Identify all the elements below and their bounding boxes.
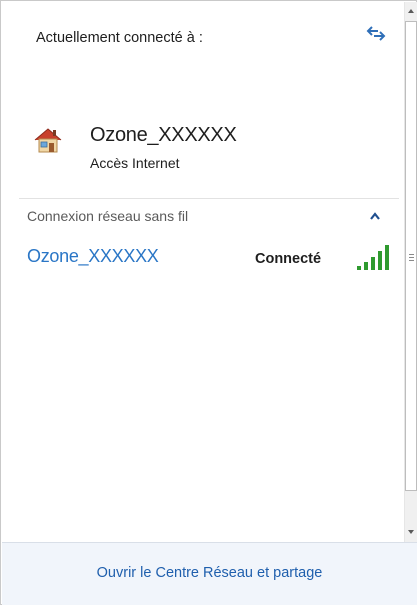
flyout-footer: Ouvrir le Centre Réseau et partage: [2, 542, 417, 605]
current-network-name: Ozone_XXXXXX: [90, 124, 237, 146]
house-icon: [34, 128, 62, 153]
open-network-center-link[interactable]: Ouvrir le Centre Réseau et partage: [2, 565, 417, 581]
wireless-section-title: Connexion réseau sans fil: [27, 208, 189, 224]
network-flyout: Actuellement connecté à : Ozone_XXXXXX A…: [0, 0, 417, 605]
scroll-thumb[interactable]: [405, 21, 417, 491]
section-divider: [19, 198, 399, 199]
chevron-up-icon[interactable]: [368, 210, 382, 222]
wifi-network-item[interactable]: Ozone_XXXXXX Connecté: [19, 242, 399, 276]
flyout-content: Actuellement connecté à : Ozone_XXXXXX A…: [10, 2, 404, 542]
wifi-signal-icon: [357, 245, 389, 270]
current-network-access: Accès Internet: [90, 155, 180, 171]
wifi-connection-status: Connecté: [255, 251, 322, 267]
scroll-grip-icon: [409, 254, 414, 261]
connected-to-title: Actuellement connecté à :: [36, 30, 203, 46]
vertical-scrollbar[interactable]: [404, 2, 417, 542]
wifi-network-name[interactable]: Ozone_XXXXXX: [27, 246, 159, 267]
scroll-up-arrow-icon[interactable]: [405, 2, 417, 20]
refresh-arrows-icon[interactable]: [366, 24, 386, 42]
scroll-down-arrow-icon[interactable]: [405, 523, 417, 541]
